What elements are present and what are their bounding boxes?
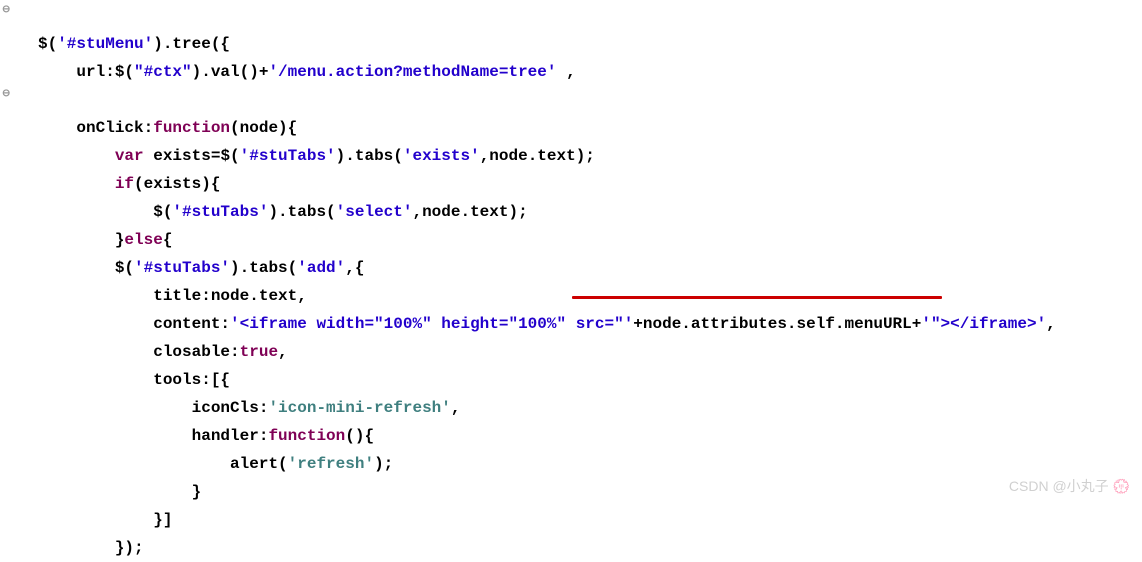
- code-token: }: [192, 483, 202, 501]
- code-token: ).tabs(: [268, 203, 335, 221]
- code-token: ,: [278, 343, 288, 361]
- code-string: '#stuTabs': [172, 203, 268, 221]
- code-token: ,: [451, 399, 461, 417]
- emphasis-underline: [572, 296, 942, 299]
- code-keyword: true: [240, 343, 278, 361]
- code-token: {: [163, 231, 173, 249]
- code-token: closable:: [153, 343, 239, 361]
- code-keyword: function: [153, 119, 230, 137]
- code-token: tools:[{: [153, 371, 230, 389]
- code-string: "#ctx": [134, 63, 192, 81]
- code-token: ).tabs(: [230, 259, 297, 277]
- code-token: ,{: [345, 259, 364, 277]
- code-token: });: [115, 539, 144, 557]
- code-token: );: [374, 455, 393, 473]
- code-token: exists=$(: [144, 147, 240, 165]
- code-token: (node){: [230, 119, 297, 137]
- fold-marker: ⊖: [2, 90, 12, 100]
- watermark: CSDN @小丸子 💮: [1009, 472, 1130, 500]
- code-block: $('#stuMenu').tree({ url:$("#ctx").val()…: [0, 0, 1142, 562]
- code-token: }: [115, 231, 125, 249]
- code-token: ,node.text);: [480, 147, 595, 165]
- code-token: content:: [153, 315, 230, 333]
- code-token: ,node.text);: [412, 203, 527, 221]
- code-string: '#stuTabs': [134, 259, 230, 277]
- code-token: (){: [345, 427, 374, 445]
- code-token: url:$(: [76, 63, 134, 81]
- code-string: 'select': [336, 203, 413, 221]
- code-token: iconCls:: [192, 399, 269, 417]
- code-token: ,: [1046, 315, 1056, 333]
- code-string: '#stuTabs': [240, 147, 336, 165]
- code-token: ,: [556, 63, 575, 81]
- fold-marker: ⊖: [2, 6, 12, 16]
- code-token: }]: [153, 511, 172, 529]
- code-token: $(: [153, 203, 172, 221]
- code-string: 'add': [297, 259, 345, 277]
- code-string: '<iframe width="100%" height="100%" src=…: [230, 315, 633, 333]
- code-token: title:node.text,: [153, 287, 307, 305]
- code-token: ).tabs(: [336, 147, 403, 165]
- code-token: ).tree({: [153, 35, 230, 53]
- code-string: '/menu.action?methodName=tree': [268, 63, 556, 81]
- code-keyword: else: [124, 231, 162, 249]
- code-keyword: if: [115, 175, 134, 193]
- code-token: (exists){: [134, 175, 220, 193]
- code-keyword: function: [268, 427, 345, 445]
- code-string: 'icon-mini-refresh': [268, 399, 450, 417]
- code-token: $(: [115, 259, 134, 277]
- code-keyword: var: [115, 147, 144, 165]
- code-token: $(: [38, 35, 57, 53]
- code-token: alert(: [230, 455, 288, 473]
- code-token: onClick:: [76, 119, 153, 137]
- code-string: 'exists': [403, 147, 480, 165]
- code-string: '"></iframe>': [921, 315, 1046, 333]
- code-token: ).val()+: [192, 63, 269, 81]
- code-token: handler:: [192, 427, 269, 445]
- code-token: +node.attributes.self.menuURL+: [633, 315, 921, 333]
- code-string: '#stuMenu': [57, 35, 153, 53]
- code-string: 'refresh': [288, 455, 374, 473]
